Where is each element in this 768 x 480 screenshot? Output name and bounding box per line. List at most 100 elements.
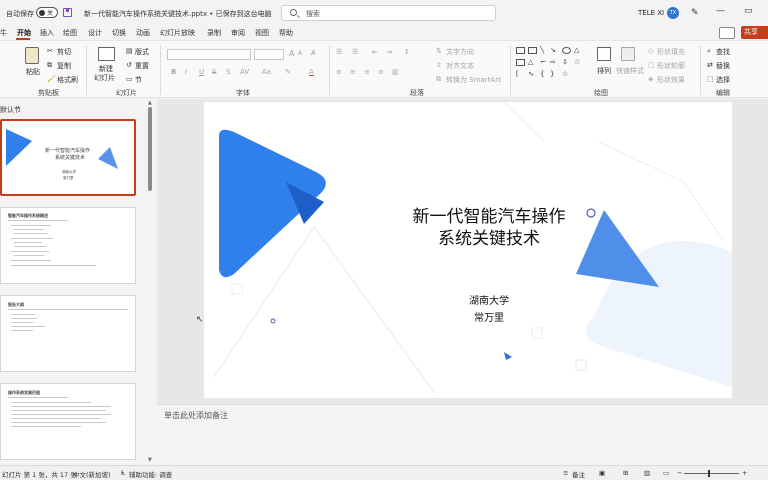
- normal-view-icon[interactable]: ▣: [599, 469, 605, 477]
- char-spacing-icon[interactable]: AV: [240, 68, 249, 76]
- smartart-icon[interactable]: ⧉: [436, 75, 441, 84]
- select-button[interactable]: 选择: [716, 75, 730, 85]
- notes-pane[interactable]: 单击此处添加备注: [157, 404, 768, 465]
- tab-record[interactable]: 录制: [207, 28, 221, 38]
- text-direction-icon[interactable]: ⇅: [436, 47, 442, 55]
- shape-fill-button[interactable]: 形状填充: [657, 47, 685, 57]
- columns-icon[interactable]: ▥: [392, 68, 399, 76]
- clear-format-icon[interactable]: A̸: [311, 49, 316, 57]
- paste-button[interactable]: 粘贴: [26, 67, 40, 77]
- copy-icon[interactable]: ⧉: [47, 61, 52, 70]
- slide-sorter-icon[interactable]: ⊞: [623, 469, 628, 477]
- slide-canvas[interactable]: 新一代智能汽车操作 系统关键技术 湖南大学 常万里: [204, 102, 732, 398]
- find-button[interactable]: 查找: [716, 47, 730, 57]
- scroll-down-icon[interactable]: ▼: [148, 457, 152, 463]
- scrollbar-thumb[interactable]: [148, 107, 152, 191]
- select-icon[interactable]: ⬚: [707, 75, 714, 83]
- zoom-out-icon[interactable]: −: [677, 469, 682, 477]
- copy-button[interactable]: 复制: [57, 61, 71, 71]
- quick-styles-button[interactable]: 快速样式: [616, 66, 644, 76]
- shape-rect-icon[interactable]: [516, 47, 525, 54]
- shape-arrow-right-icon[interactable]: ⇨: [550, 58, 556, 66]
- user-name[interactable]: TELE XI: [638, 9, 664, 17]
- font-name-combo[interactable]: [167, 49, 251, 60]
- shape-triangle-icon[interactable]: △: [574, 46, 579, 54]
- tab-animations[interactable]: 动画: [136, 28, 150, 38]
- tab-design[interactable]: 设计: [88, 28, 102, 38]
- slide-thumbnail-4[interactable]: 操作系统发展历程: [0, 383, 136, 460]
- autosave-toggle[interactable]: 关: [36, 7, 58, 18]
- tab-slideshow[interactable]: 幻灯片放映: [160, 28, 195, 38]
- numbering-icon[interactable]: ☰: [352, 48, 358, 56]
- shape-line-icon[interactable]: ╲: [540, 46, 544, 54]
- tab-view[interactable]: 视图: [255, 28, 269, 38]
- slide-affiliation[interactable]: 湖南大学: [414, 292, 564, 307]
- scroll-up-icon[interactable]: ▲: [148, 100, 152, 106]
- shape-outline-button[interactable]: 形状轮廓: [657, 61, 685, 71]
- search-box[interactable]: 搜索: [281, 5, 496, 21]
- maximize-icon[interactable]: ▭: [744, 6, 753, 16]
- shapes-gallery[interactable]: ╲ ↘ △ △ ⌐ ⇨ ⇩ ☆ ⌈ ∿ { } ☆: [516, 46, 588, 83]
- zoom-slider-handle[interactable]: [707, 470, 710, 477]
- shape-oval-icon[interactable]: [562, 47, 571, 54]
- shape-effects-icon[interactable]: ◈: [648, 75, 653, 83]
- highlight-icon[interactable]: ✎: [285, 68, 291, 76]
- reset-button[interactable]: 重置: [135, 61, 149, 71]
- font-color-icon[interactable]: A: [309, 68, 314, 76]
- shape-star-icon[interactable]: ☆: [574, 58, 580, 66]
- shape-effects-button[interactable]: 形状效果: [657, 75, 685, 85]
- replace-button[interactable]: 替换: [716, 61, 730, 71]
- accessibility-status[interactable]: 辅助功能: 调查: [129, 469, 172, 479]
- layout-icon[interactable]: ▤: [126, 47, 133, 55]
- shape-triangle-icon[interactable]: △: [528, 58, 533, 66]
- save-icon[interactable]: [63, 8, 72, 17]
- change-case-icon[interactable]: Aa: [262, 68, 271, 76]
- bullets-icon[interactable]: ☰: [336, 48, 342, 56]
- paste-icon[interactable]: [25, 47, 39, 64]
- italic-button[interactable]: I: [185, 68, 187, 76]
- shape-outline-icon[interactable]: ▢: [648, 61, 655, 69]
- tab-help[interactable]: 帮助: [279, 28, 293, 38]
- zoom-in-icon[interactable]: +: [742, 469, 747, 477]
- strike-button[interactable]: S: [212, 68, 216, 76]
- notes-toggle[interactable]: 备注: [572, 469, 585, 479]
- grow-font-button[interactable]: A: [289, 49, 294, 58]
- avatar[interactable]: TX: [667, 7, 679, 19]
- minimize-icon[interactable]: —: [716, 6, 725, 16]
- replace-icon[interactable]: ⇄: [707, 61, 713, 69]
- underline-button[interactable]: U: [199, 68, 204, 76]
- arrange-icon[interactable]: [597, 47, 611, 61]
- quick-styles-icon[interactable]: [621, 47, 635, 61]
- notes-icon[interactable]: ≡: [563, 469, 568, 477]
- shape-textbox-icon[interactable]: [528, 47, 537, 54]
- tab-file[interactable]: 牛: [0, 28, 7, 38]
- language-status[interactable]: 中文(新加坡): [73, 469, 111, 479]
- slide-thumbnail-1[interactable]: 新一代智能汽车操作 系统关键技术 湖南大学 常万里: [0, 119, 136, 196]
- slide-thumbnail-3[interactable]: 报告大纲: [0, 295, 136, 372]
- slide-author[interactable]: 常万里: [414, 309, 564, 324]
- shape-brace-icon[interactable]: }: [550, 70, 554, 78]
- align-text-icon[interactable]: ⇳: [436, 61, 442, 69]
- arrange-button[interactable]: 排列: [597, 66, 611, 76]
- shape-bend-icon[interactable]: ⌐: [540, 58, 546, 66]
- shape-rect-icon[interactable]: [516, 59, 525, 66]
- section-icon[interactable]: ▭: [126, 75, 133, 83]
- layout-button[interactable]: 版式: [135, 47, 149, 57]
- shape-brace-icon[interactable]: ⌈: [516, 70, 519, 78]
- find-icon[interactable]: ⌕: [707, 47, 711, 56]
- section-button[interactable]: 节: [135, 75, 142, 85]
- align-right-icon[interactable]: ≡: [364, 68, 370, 76]
- slide-thumbnail-2[interactable]: 智能汽车操作系统概述: [0, 207, 136, 284]
- shape-fill-icon[interactable]: ◇: [648, 47, 653, 55]
- cut-icon[interactable]: ✂: [47, 47, 53, 55]
- tab-transitions[interactable]: 切换: [112, 28, 126, 38]
- accessibility-icon[interactable]: ♿: [120, 469, 126, 477]
- new-slide-label-2[interactable]: 幻灯片: [94, 73, 115, 83]
- pen-icon[interactable]: ✎: [691, 8, 699, 18]
- align-text-button[interactable]: 对齐文本: [446, 61, 474, 71]
- tab-review[interactable]: 审阅: [231, 28, 245, 38]
- smartart-button[interactable]: 转换为 SmartArt: [446, 75, 501, 85]
- slide-title[interactable]: 新一代智能汽车操作 系统关键技术: [364, 206, 614, 250]
- align-left-icon[interactable]: ≡: [336, 68, 342, 76]
- tab-insert[interactable]: 插入: [40, 28, 54, 38]
